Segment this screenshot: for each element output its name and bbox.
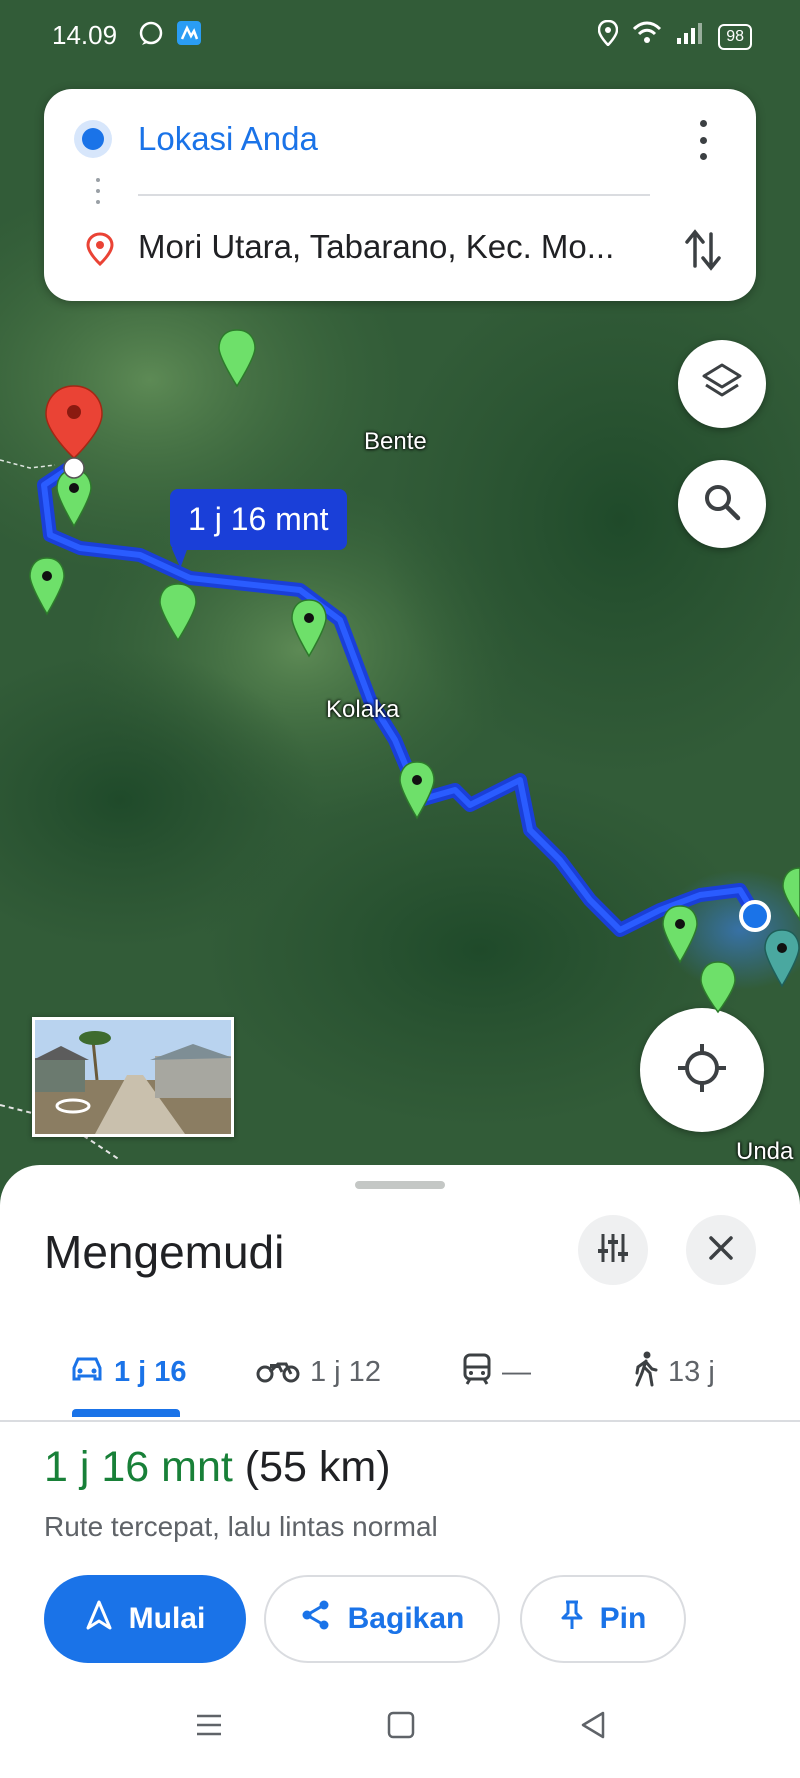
route-options-button[interactable] (578, 1215, 648, 1285)
signal-icon (676, 21, 704, 52)
status-bar: 14.09 98 (0, 0, 800, 70)
tab-driving[interactable]: 1 j 16 (70, 1325, 187, 1420)
directions-bottom-sheet: Mengemudi 1 j 16 1 j 12 — 13 j 1 j 16 mn… (0, 1165, 800, 1778)
route-description: Rute tercepat, lalu lintas normal (44, 1511, 438, 1542)
swap-icon[interactable] (682, 226, 724, 279)
divider (138, 194, 650, 196)
active-tab-indicator (72, 1409, 180, 1417)
options-sliders-icon (596, 1231, 630, 1270)
teal-marker-icon (764, 929, 800, 988)
route-summary: 1 j 16 mnt (55 km) (44, 1443, 391, 1492)
navigation-arrow-icon (85, 1600, 113, 1638)
tab-walking[interactable]: 13 j (632, 1325, 715, 1420)
back-icon[interactable] (578, 1710, 608, 1745)
status-time: 14.09 (52, 20, 118, 50)
street-view-thumbnail[interactable] (32, 1017, 234, 1137)
destination-marker-icon (45, 385, 103, 479)
my-location-icon (676, 1042, 728, 1099)
travel-mode-tabs: 1 j 16 1 j 12 — 13 j (0, 1325, 800, 1422)
battery-indicator: 98 (718, 23, 752, 50)
close-icon (708, 1235, 734, 1266)
drag-handle[interactable] (355, 1181, 445, 1189)
sheet-title: Mengemudi (44, 1226, 285, 1278)
green-marker-icon (291, 599, 327, 658)
my-location-button[interactable] (640, 1008, 764, 1132)
home-icon[interactable] (386, 1710, 416, 1745)
whatsapp-icon (138, 20, 164, 53)
green-marker-icon (662, 905, 698, 964)
green-marker-icon (218, 329, 256, 388)
recent-apps-icon[interactable] (194, 1710, 224, 1745)
walk-icon (632, 1351, 658, 1395)
tab-motorcycle[interactable]: 1 j 12 (256, 1325, 381, 1420)
place-label-unda: Unda (736, 1138, 794, 1165)
route-duration: 1 j 16 mnt (44, 1443, 233, 1491)
green-marker-icon (782, 867, 800, 922)
more-options-icon[interactable] (688, 120, 718, 160)
destination-field[interactable]: Mori Utara, Tabarano, Kec. Mo... (138, 228, 614, 266)
pin-icon (560, 1599, 584, 1639)
green-marker-icon (700, 961, 736, 1014)
pin-button[interactable]: Pin (520, 1575, 686, 1663)
tab-transit[interactable]: — (462, 1325, 531, 1420)
share-icon (300, 1599, 332, 1639)
current-location-icon (739, 900, 771, 932)
share-button[interactable]: Bagikan (264, 1575, 500, 1663)
location-icon (597, 19, 619, 53)
green-marker-icon (399, 761, 435, 820)
system-nav-bar (0, 1680, 800, 1778)
green-marker-icon (29, 557, 65, 616)
wifi-icon (632, 21, 662, 52)
origin-field[interactable]: Lokasi Anda (138, 120, 318, 158)
app-icon (176, 20, 202, 53)
motorcycle-icon (256, 1354, 300, 1392)
start-button[interactable]: Mulai (44, 1575, 246, 1663)
route-distance: (55 km) (244, 1443, 391, 1491)
destination-pin-icon (86, 232, 114, 271)
green-marker-icon (159, 583, 197, 642)
route-connector (96, 178, 100, 204)
map-markers (29, 329, 800, 1014)
map-view[interactable]: 14.09 98 Lokasi Anda Mori Utara, Tabaran… (0, 0, 800, 1180)
car-icon (70, 1354, 104, 1392)
transit-icon (462, 1353, 492, 1393)
origin-dot-icon (82, 128, 104, 150)
close-button[interactable] (686, 1215, 756, 1285)
